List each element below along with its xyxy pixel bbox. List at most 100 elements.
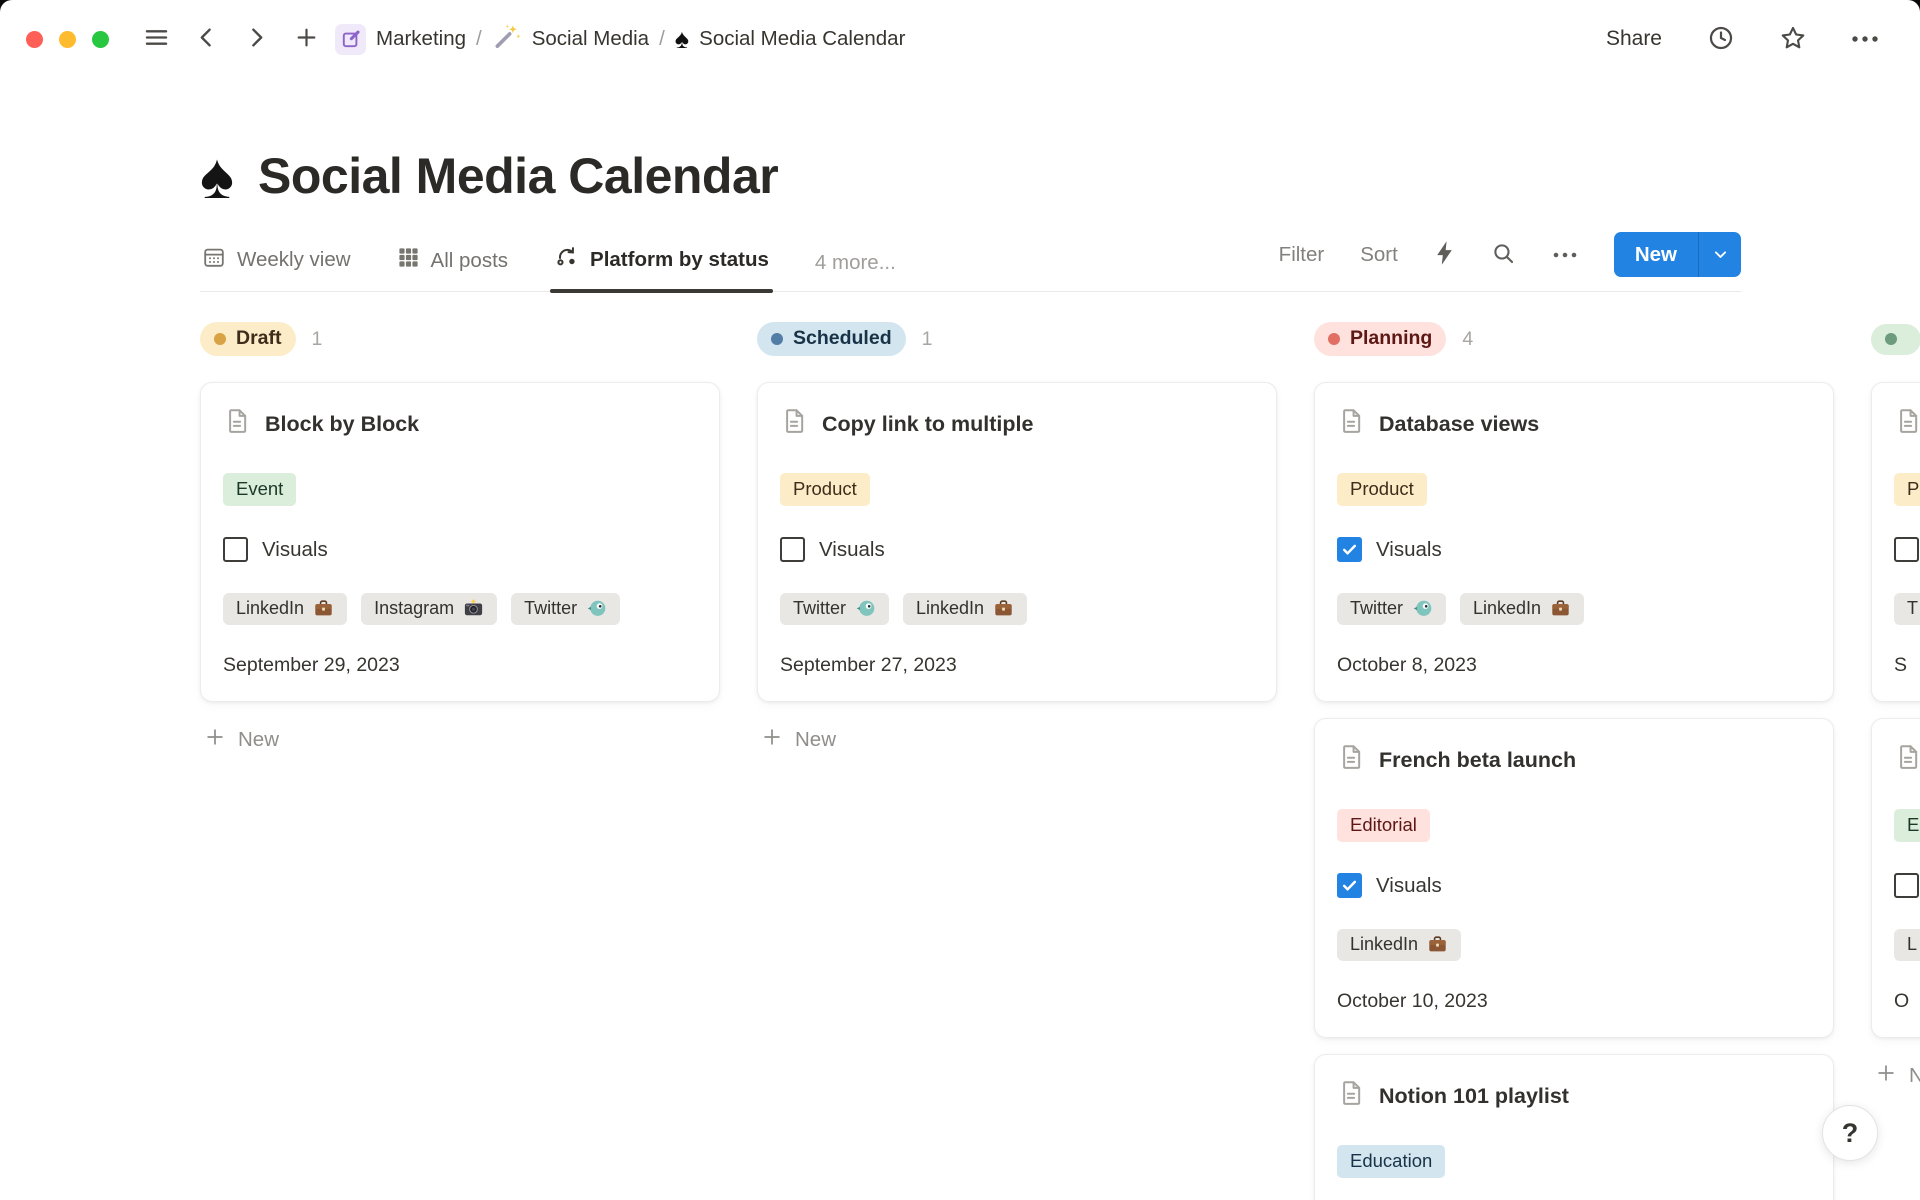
card-title-row: Block by Block — [223, 407, 697, 441]
platforms-row: L — [1894, 929, 1920, 961]
tab-weekly-view[interactable]: Weekly view — [200, 235, 353, 291]
bird-icon — [586, 598, 607, 619]
automations-button[interactable] — [1430, 236, 1459, 273]
platform-tag[interactable]: Instagram — [361, 593, 497, 625]
platform-tag[interactable]: LinkedIn — [1337, 929, 1461, 961]
share-button[interactable]: Share — [1598, 21, 1670, 57]
column-count: 1 — [312, 328, 323, 351]
card-date: September 27, 2023 — [780, 654, 1254, 677]
card-title-row: Notion 101 playlist — [1337, 1079, 1811, 1113]
breadcrumb-label: Social Media Calendar — [699, 27, 905, 51]
board-card[interactable]: Database views Product Visuals TwitterLi… — [1314, 382, 1834, 702]
platform-tag[interactable]: LinkedIn — [1460, 593, 1584, 625]
status-pill[interactable] — [1871, 324, 1920, 355]
category-tag[interactable]: Event — [223, 473, 296, 506]
close-window-button[interactable] — [26, 31, 43, 48]
chevron-left-icon — [194, 25, 219, 53]
category-tag[interactable]: Product — [1337, 473, 1427, 506]
platform-label: LinkedIn — [1350, 934, 1418, 955]
card-title-row: Copy link to multiple — [780, 407, 1254, 441]
platform-label: Twitter — [793, 598, 846, 619]
breadcrumb-item-social-media-calendar[interactable]: ♠ Social Media Calendar — [675, 26, 906, 53]
column-cards: Block by Block Event Visuals LinkedInIns… — [200, 382, 720, 702]
new-page-button[interactable] — [285, 18, 327, 60]
favorite-button[interactable] — [1772, 18, 1814, 60]
forward-button[interactable] — [235, 18, 277, 60]
category-tag[interactable]: E — [1894, 809, 1920, 842]
chevron-down-icon[interactable] — [1698, 232, 1741, 277]
status-label: Planning — [1350, 327, 1432, 350]
status-pill[interactable]: Draft — [200, 322, 296, 356]
platform-tag[interactable]: LinkedIn — [223, 593, 347, 625]
status-pill[interactable]: Planning — [1314, 322, 1446, 356]
visuals-label: Visuals — [1376, 874, 1442, 898]
tab-all-posts[interactable]: All posts — [395, 236, 510, 291]
sort-button[interactable]: Sort — [1356, 241, 1402, 269]
help-button[interactable]: ? — [1822, 1105, 1878, 1161]
bird-icon — [855, 598, 876, 619]
search-view-button[interactable] — [1487, 237, 1520, 273]
visuals-checkbox[interactable] — [1894, 537, 1919, 562]
page-menu-button[interactable] — [1844, 18, 1886, 60]
platform-tag[interactable]: Twitter — [511, 593, 620, 625]
new-button-label[interactable]: New — [1614, 232, 1698, 277]
platform-tag[interactable]: L — [1894, 929, 1920, 961]
category-row: Product — [780, 473, 1254, 506]
view-options-button[interactable] — [1548, 243, 1582, 266]
platform-tag[interactable]: Twitter — [780, 593, 889, 625]
add-card-button[interactable]: New — [1871, 1054, 1920, 1098]
board-card[interactable]: Notion 101 playlist Education — [1314, 1054, 1834, 1200]
category-tag[interactable]: Education — [1337, 1145, 1445, 1178]
category-tag[interactable]: P — [1894, 473, 1920, 506]
minimize-window-button[interactable] — [59, 31, 76, 48]
visuals-row: Visuals — [780, 537, 1254, 562]
board-card[interactable]: French beta launch Editorial Visuals Lin… — [1314, 718, 1834, 1038]
titlebar: Marketing / Social Media / ♠ Social Medi… — [0, 0, 1920, 78]
page-title-block: ♠ Social Media Calendar — [200, 144, 1920, 208]
tab-platform-by-status[interactable]: Platform by status — [552, 234, 771, 291]
category-tag[interactable]: Editorial — [1337, 809, 1430, 842]
board-column: Scheduled 1 Copy link to multiple Produc… — [757, 322, 1277, 762]
platform-tag[interactable]: LinkedIn — [903, 593, 1027, 625]
column-count: 1 — [922, 328, 933, 351]
category-tag[interactable]: Product — [780, 473, 870, 506]
add-card-button[interactable]: New — [200, 718, 720, 762]
column-cards: P T S E L O — [1871, 382, 1920, 1038]
column-header: Draft 1 — [200, 322, 720, 356]
breadcrumb-separator: / — [659, 27, 665, 51]
add-card-button[interactable]: New — [757, 718, 1277, 762]
tab-label: All posts — [431, 249, 508, 273]
status-pill[interactable]: Scheduled — [757, 322, 906, 356]
card-title: French beta launch — [1379, 748, 1576, 773]
status-board-icon — [554, 244, 579, 275]
zoom-window-button[interactable] — [92, 31, 109, 48]
new-button[interactable]: New — [1614, 232, 1741, 277]
visuals-checkbox[interactable] — [1337, 873, 1362, 898]
updates-button[interactable] — [1700, 18, 1742, 60]
tab-more-views[interactable]: 4 more... — [813, 241, 898, 291]
grid-icon — [397, 246, 420, 275]
status-label: Scheduled — [793, 327, 892, 350]
visuals-checkbox[interactable] — [780, 537, 805, 562]
category-row: E — [1894, 809, 1920, 842]
filter-button[interactable]: Filter — [1275, 241, 1329, 269]
board-card[interactable]: Block by Block Event Visuals LinkedInIns… — [200, 382, 720, 702]
status-dot-icon — [771, 333, 783, 345]
status-dot-icon — [1885, 333, 1897, 345]
sidebar-toggle-button[interactable] — [135, 18, 177, 60]
column-header: Planning 4 — [1314, 322, 1834, 356]
visuals-checkbox[interactable] — [1894, 873, 1919, 898]
board-card[interactable]: Copy link to multiple Product Visuals Tw… — [757, 382, 1277, 702]
platform-tag[interactable]: Twitter — [1337, 593, 1446, 625]
platform-label: Twitter — [1350, 598, 1403, 619]
back-button[interactable] — [185, 18, 227, 60]
board-card[interactable]: E L O — [1871, 718, 1920, 1038]
visuals-checkbox[interactable] — [1337, 537, 1362, 562]
platform-tag[interactable]: T — [1894, 593, 1920, 625]
platform-label: L — [1907, 934, 1917, 955]
visuals-checkbox[interactable] — [223, 537, 248, 562]
board-column: Draft 1 Block by Block Event Visuals Lin… — [200, 322, 720, 762]
breadcrumb-item-social-media[interactable]: Social Media — [492, 21, 649, 57]
board-card[interactable]: P T S — [1871, 382, 1920, 702]
breadcrumb-item-marketing[interactable]: Marketing — [335, 24, 466, 55]
